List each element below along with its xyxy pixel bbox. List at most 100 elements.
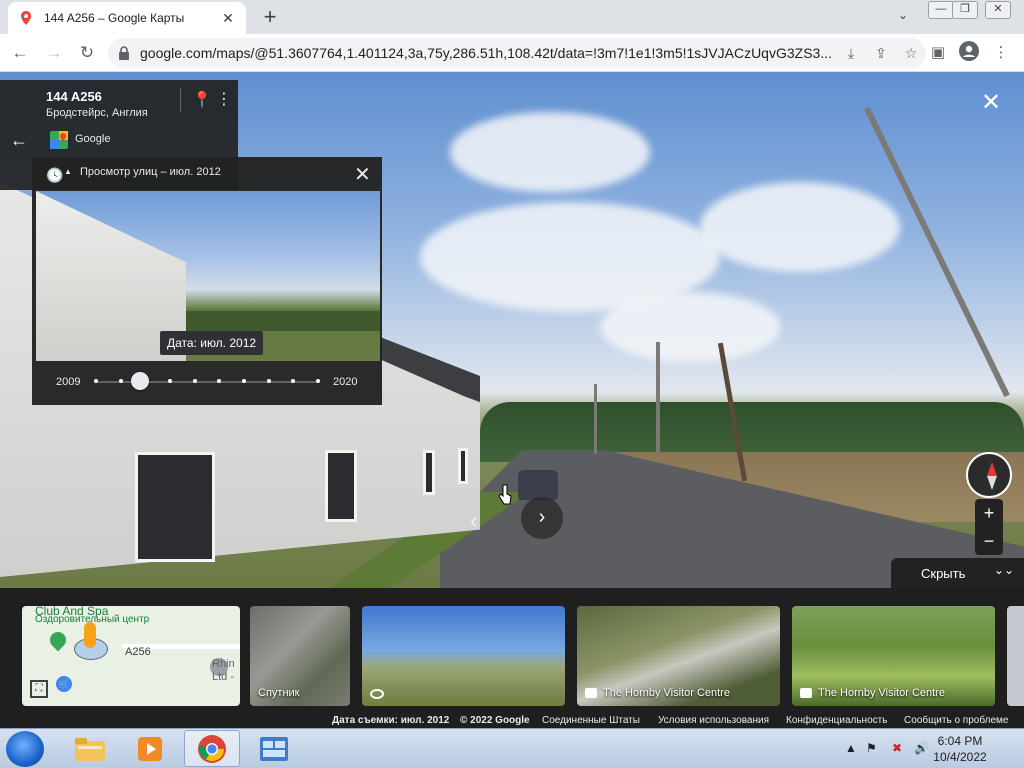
zoom-in-button[interactable]: + bbox=[975, 499, 1003, 527]
minimize-button[interactable]: — bbox=[928, 1, 954, 19]
report-problem-link[interactable]: Сообщить о проблеме bbox=[904, 715, 1008, 726]
timeline-dot[interactable] bbox=[316, 379, 320, 383]
satellite-label: Спутник bbox=[258, 687, 300, 699]
back-arrow-icon[interactable]: ← bbox=[8, 41, 32, 65]
timeline-slider-thumb[interactable] bbox=[131, 372, 149, 390]
network-error-icon[interactable]: ✖ bbox=[892, 741, 902, 755]
expand-map-icon[interactable]: ⛶ bbox=[30, 680, 48, 698]
map-pin-icon[interactable]: 📍 bbox=[192, 90, 212, 110]
taskbar: ▲ ⚑ ✖ 🔊 6:04 PM 10/4/2022 bbox=[0, 728, 1024, 768]
close-street-view-icon[interactable]: ✕ bbox=[978, 90, 1004, 116]
preview-hedge bbox=[186, 311, 380, 331]
reload-icon[interactable]: ↻ bbox=[75, 41, 99, 65]
tab-search-chevron-icon[interactable]: ⌄ bbox=[898, 8, 908, 22]
place-title: 144 A256 bbox=[46, 89, 102, 104]
move-forward-button[interactable]: › bbox=[521, 497, 563, 539]
more-options-icon[interactable]: ⋮ bbox=[216, 89, 232, 109]
cloud bbox=[600, 292, 780, 362]
timeline-dot[interactable] bbox=[94, 379, 98, 383]
share-icon[interactable]: ⇪ bbox=[866, 45, 896, 62]
action-center-icon[interactable]: ⚑ bbox=[866, 741, 877, 755]
poi-label: Rhin Ltd - bbox=[212, 658, 235, 683]
window-close-button[interactable]: ✕ bbox=[985, 1, 1011, 19]
satellite-card[interactable]: Спутник bbox=[250, 606, 350, 706]
google-maps-logo-icon bbox=[50, 131, 68, 149]
compass-needle-north bbox=[987, 462, 997, 476]
timeline-slider-track[interactable] bbox=[96, 381, 318, 383]
camera-icon bbox=[800, 688, 812, 698]
shopping-cart-icon: 🛒 bbox=[56, 676, 72, 692]
volume-icon[interactable]: 🔊 bbox=[914, 741, 929, 755]
street-view-timeline-panel: 🕓 ▲ Просмотр улиц – июл. 2012 ✕ Дата: ию… bbox=[32, 157, 382, 405]
chevron-left-icon[interactable]: ‹ bbox=[470, 508, 477, 534]
tab-strip: 144 A256 – Google Карты ✕ + ⌄ — ❐ ✕ bbox=[0, 0, 1024, 34]
tab-title: 144 A256 – Google Карты bbox=[44, 11, 185, 25]
back-arrow-icon[interactable]: ← bbox=[10, 130, 28, 151]
side-panel-icon[interactable]: ▣ bbox=[926, 41, 950, 65]
photo-card-partial[interactable] bbox=[1007, 606, 1024, 706]
timeline-end-year: 2020 bbox=[333, 376, 358, 388]
start-button[interactable] bbox=[6, 731, 44, 767]
pegman-icon[interactable] bbox=[84, 622, 96, 648]
timeline-dot[interactable] bbox=[242, 379, 246, 383]
address-bar[interactable]: google.com/maps/@51.3607764,1.401124,3a,… bbox=[108, 38, 926, 68]
photosphere-card[interactable] bbox=[362, 606, 565, 706]
source-label: Google bbox=[75, 133, 111, 145]
hand-cursor-icon bbox=[498, 484, 512, 505]
restore-button[interactable]: ❐ bbox=[952, 1, 978, 19]
media-player-taskbar-icon[interactable] bbox=[122, 730, 178, 767]
street-lamp bbox=[594, 384, 597, 454]
close-timeline-icon[interactable]: ✕ bbox=[354, 162, 371, 187]
terms-link[interactable]: Условия использования bbox=[658, 715, 769, 726]
tab-maps[interactable]: 144 A256 – Google Карты ✕ bbox=[8, 2, 246, 34]
history-clock-icon[interactable]: 🕓 bbox=[46, 167, 63, 184]
system-clock[interactable]: 6:04 PM 10/4/2022 bbox=[930, 733, 990, 765]
menu-kebab-icon[interactable]: ⋮ bbox=[989, 41, 1013, 65]
timeline-dot[interactable] bbox=[266, 379, 271, 383]
location-pin-icon bbox=[46, 628, 70, 652]
control-panel-taskbar-icon[interactable] bbox=[246, 730, 302, 767]
tab-close-icon[interactable]: ✕ bbox=[220, 10, 236, 27]
region-link[interactable]: Соединенные Штаты bbox=[542, 715, 640, 726]
zoom-control: + − bbox=[975, 499, 1003, 555]
install-icon[interactable]: ⤓ bbox=[836, 45, 866, 62]
place-subtitle: Бродстейрс, Англия bbox=[46, 107, 148, 119]
road-label: A256 bbox=[125, 646, 151, 658]
privacy-link[interactable]: Конфиденциальность bbox=[786, 715, 887, 726]
copyright: © 2022 Google bbox=[460, 715, 530, 726]
show-hidden-icons-icon[interactable]: ▲ bbox=[845, 741, 857, 755]
divider bbox=[180, 88, 181, 112]
house-window bbox=[458, 448, 468, 484]
forward-arrow-icon[interactable]: → bbox=[42, 41, 66, 65]
timeline-dot[interactable] bbox=[192, 379, 197, 383]
capture-date: Дата съемки: июл. 2012 bbox=[332, 715, 450, 726]
caret-up-icon[interactable]: ▲ bbox=[64, 167, 72, 176]
house-window bbox=[423, 450, 435, 495]
timeline-dot[interactable] bbox=[168, 379, 172, 383]
house-window bbox=[135, 452, 215, 562]
new-tab-button[interactable]: + bbox=[258, 5, 282, 29]
zoom-out-button[interactable]: − bbox=[975, 527, 1003, 555]
timeline-preview-image: Дата: июл. 2012 bbox=[36, 191, 380, 361]
profile-avatar[interactable] bbox=[957, 41, 981, 65]
hide-filmstrip-button[interactable]: Скрыть ⌄⌄ bbox=[891, 558, 1024, 588]
control-panel-icon bbox=[260, 736, 288, 761]
photo-card[interactable]: The Hornby Visitor Centre bbox=[792, 606, 995, 706]
photo-card[interactable]: The Hornby Visitor Centre bbox=[577, 606, 780, 706]
mini-map-card[interactable]: Club And Spa Оздоровительный центр A256 … bbox=[22, 606, 240, 706]
url-text: google.com/maps/@51.3607764,1.401124,3a,… bbox=[140, 45, 832, 61]
street-lamp bbox=[656, 342, 660, 452]
browser-toolbar: ← → ↻ google.com/maps/@51.3607764,1.4011… bbox=[0, 34, 1024, 72]
compass-icon[interactable] bbox=[966, 452, 1012, 498]
timeline-dot[interactable] bbox=[118, 379, 123, 383]
filmstrip: Club And Spa Оздоровительный центр A256 … bbox=[0, 588, 1024, 728]
explorer-taskbar-icon[interactable] bbox=[62, 730, 118, 767]
bookmark-star-icon[interactable]: ☆ bbox=[896, 45, 926, 62]
photo-card-title: The Hornby Visitor Centre bbox=[818, 687, 945, 699]
house-window bbox=[325, 450, 357, 522]
cloud bbox=[700, 182, 900, 272]
360-rotate-icon bbox=[370, 689, 384, 699]
chrome-taskbar-icon[interactable] bbox=[184, 730, 240, 767]
double-chevron-down-icon: ⌄⌄ bbox=[993, 563, 1014, 577]
clock-time: 6:04 PM bbox=[937, 734, 983, 748]
